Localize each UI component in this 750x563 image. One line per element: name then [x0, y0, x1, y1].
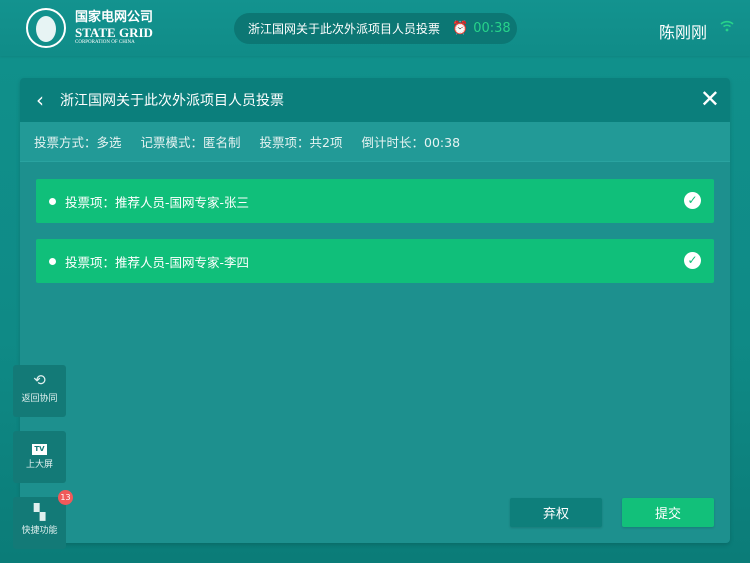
option-label: 投票项：推荐人员-国网专家-李四	[65, 254, 250, 270]
alarm-clock-icon: ⏰	[452, 21, 469, 36]
user-name: 陈刚刚	[659, 23, 708, 42]
state-grid-logo: 国家电网公司 STATE GRID CORPORATION OF CHINA	[26, 8, 153, 48]
panel-header: ‹ 浙江国网关于此次外派项目人员投票 ✕	[20, 78, 730, 122]
side-label: 快捷功能	[21, 526, 58, 536]
option-label: 投票项：推荐人员-国网专家-张三	[65, 194, 250, 210]
submit-button[interactable]: 提交	[622, 498, 714, 527]
return-collab-button[interactable]: ⟲ 返回协同	[13, 365, 66, 417]
close-icon[interactable]: ✕	[700, 85, 720, 113]
check-icon[interactable]: ✓	[684, 252, 701, 269]
back-chevron-icon[interactable]: ‹	[20, 88, 60, 112]
meeting-title: 浙江国网关于此次外派项目人员投票	[248, 22, 441, 36]
countdown: 倒计时长：00:38	[361, 135, 461, 150]
logo-cn: 国家电网公司	[75, 10, 154, 25]
vote-option[interactable]: 投票项：推荐人员-国网专家-李四 ✓	[36, 239, 714, 283]
panel-title: 浙江国网关于此次外派项目人员投票	[60, 93, 284, 109]
wifi-icon	[720, 20, 734, 36]
globe-icon	[26, 8, 66, 48]
vote-panel: ‹ 浙江国网关于此次外派项目人员投票 ✕ 投票方式：多选 记票模式：匿名制 投票…	[20, 78, 730, 543]
top-bar: 国家电网公司 STATE GRID CORPORATION OF CHINA 浙…	[0, 0, 750, 56]
vote-item-count: 投票项：共2项	[259, 135, 343, 150]
meeting-timer: 00:38	[473, 21, 511, 36]
quick-functions-button[interactable]: 13 ▚ 快捷功能	[13, 490, 73, 549]
logo-sub: CORPORATION OF CHINA	[75, 40, 135, 45]
tv-icon: TV	[32, 444, 47, 455]
meeting-pill[interactable]: 浙江国网关于此次外派项目人员投票 ⏰ 00:38	[234, 13, 517, 44]
notification-badge: 13	[58, 490, 73, 505]
vote-info: 投票方式：多选 记票模式：匿名制 投票项：共2项 倒计时长：00:38	[20, 122, 730, 162]
side-label: 返回协同	[21, 394, 58, 404]
check-icon[interactable]: ✓	[684, 192, 701, 209]
logo-en: STATE GRID	[75, 25, 153, 40]
side-label: 上大屏	[25, 460, 53, 470]
vote-method: 投票方式：多选	[34, 135, 122, 150]
record-mode: 记票模式：匿名制	[140, 135, 241, 150]
big-screen-button[interactable]: TV 上大屏	[13, 431, 66, 483]
share-icon: ⟲	[33, 371, 46, 389]
abstain-button[interactable]: 弃权	[510, 498, 602, 527]
bullet-icon	[49, 257, 56, 265]
vote-option[interactable]: 投票项：推荐人员-国网专家-张三 ✓	[36, 179, 714, 223]
bullet-icon	[49, 197, 56, 205]
